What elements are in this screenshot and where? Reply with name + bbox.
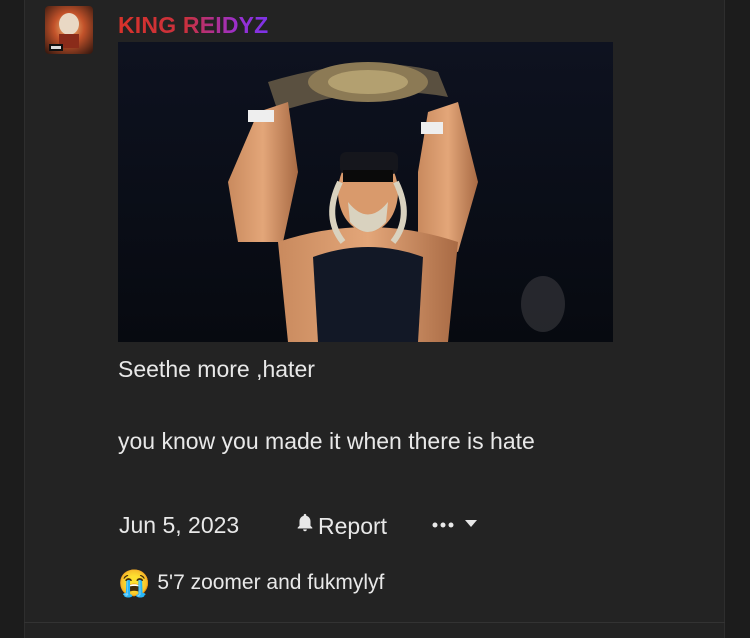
message-line: Seethe more ,hater xyxy=(118,356,315,382)
report-button[interactable]: Report xyxy=(294,512,387,540)
post-image[interactable] xyxy=(118,42,613,342)
chevron-down-icon xyxy=(464,516,478,534)
crying-emoji-icon: 😭 xyxy=(118,568,151,598)
reactions-bar[interactable]: 😭 5'7 zoomer and fukmylyf xyxy=(118,570,384,596)
username[interactable]: KING REIDYZ xyxy=(118,12,268,39)
post-divider xyxy=(24,622,725,623)
bell-icon xyxy=(294,512,316,540)
message-line: you know you made it when there is hate xyxy=(118,428,535,454)
reactions-text[interactable]: 5'7 zoomer and fukmylyf xyxy=(157,571,384,595)
report-label: Report xyxy=(318,512,388,539)
avatar[interactable] xyxy=(45,6,93,54)
ellipsis-icon xyxy=(432,516,458,534)
post-date[interactable]: Jun 5, 2023 xyxy=(119,512,239,539)
more-actions-button[interactable] xyxy=(432,512,478,538)
